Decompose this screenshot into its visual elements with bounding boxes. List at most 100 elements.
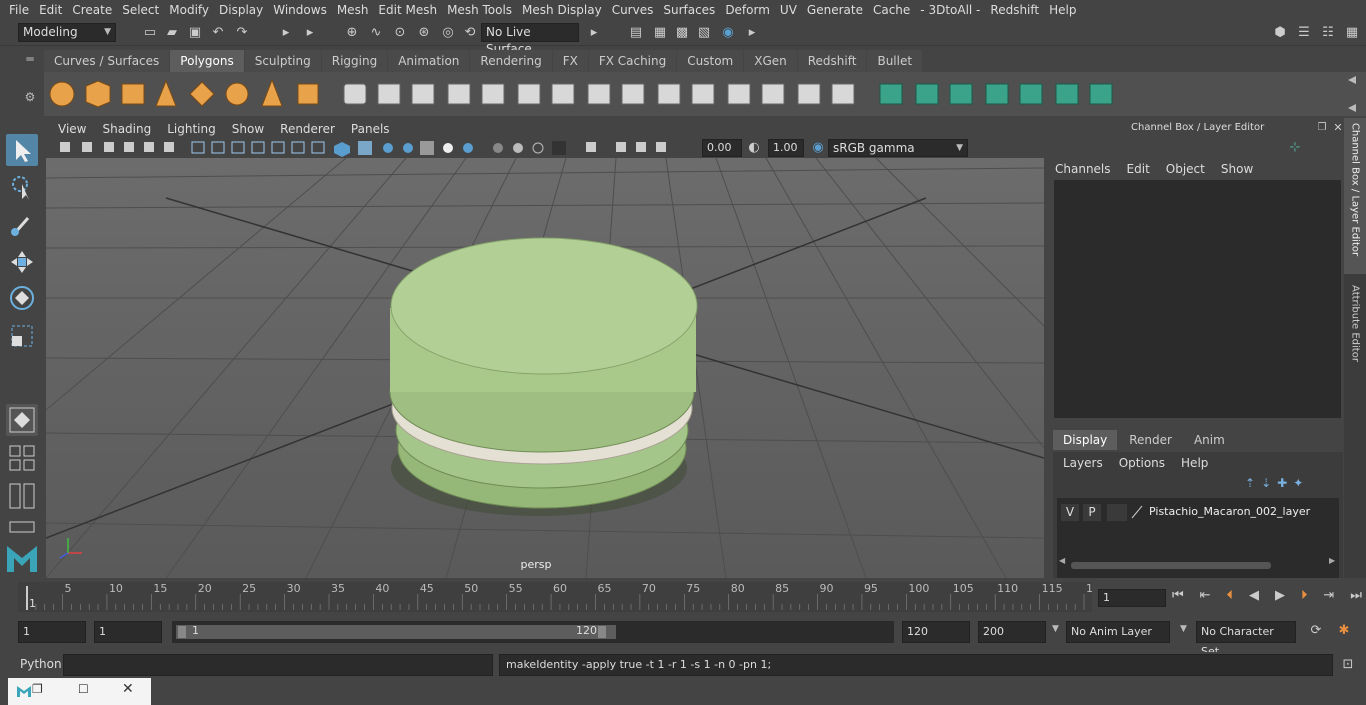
soft-select-button[interactable] xyxy=(6,404,38,436)
current-frame-field[interactable]: 1 xyxy=(1098,589,1166,607)
play-backward-icon[interactable]: ◀ xyxy=(1249,588,1259,608)
scroll-right-icon[interactable]: ▶ xyxy=(1329,556,1335,565)
command-input[interactable] xyxy=(63,654,493,676)
shelf-tab-sculpting[interactable]: Sculpting xyxy=(244,50,321,72)
viewport-menu-shading[interactable]: Shading xyxy=(94,122,159,136)
new-layer-icon[interactable]: ✚ xyxy=(1277,476,1287,490)
chevron-down-icon[interactable]: ▼ xyxy=(1180,624,1187,634)
render-settings-icon[interactable]: ▧ xyxy=(696,25,712,41)
menu-create[interactable]: Create xyxy=(67,3,117,17)
menu-edit[interactable]: Edit xyxy=(34,3,67,17)
channel-box-menu-show[interactable]: Show xyxy=(1221,162,1253,176)
history-icon[interactable]: ▸ xyxy=(586,25,602,41)
layer-color-icon[interactable] xyxy=(1131,505,1143,519)
layer-playback-toggle[interactable]: P xyxy=(1083,504,1101,521)
menu-windows[interactable]: Windows xyxy=(268,3,332,17)
shelf-settings-gear-icon[interactable]: ⚙ xyxy=(20,90,40,110)
menu-cache[interactable]: Cache xyxy=(868,3,915,17)
channel-list[interactable] xyxy=(1054,180,1341,418)
play-forward-icon[interactable]: ▶ xyxy=(1275,588,1285,608)
viewport-menu-show[interactable]: Show xyxy=(224,122,272,136)
menu-help[interactable]: Help xyxy=(1044,3,1081,17)
go-to-start-icon[interactable]: ⏮ xyxy=(1172,588,1184,608)
menu-mesh-tools[interactable]: Mesh Tools xyxy=(442,3,517,17)
layer-row[interactable]: V P Pistachio_Macaron_002_layer xyxy=(1061,504,1331,522)
maya-window-icon[interactable] xyxy=(16,683,32,699)
animation-prefs-icon[interactable]: ✱ xyxy=(1336,623,1352,639)
channel-box-toggle-icon[interactable]: ▦ xyxy=(1344,25,1360,41)
mode-dropdown[interactable]: Modeling ▼ xyxy=(18,23,116,42)
layer-visibility-toggle[interactable]: V xyxy=(1061,504,1079,521)
menu-generate[interactable]: Generate xyxy=(802,3,868,17)
menu-display[interactable]: Display xyxy=(214,3,268,17)
menu-modify[interactable]: Modify xyxy=(164,3,214,17)
viewport-menu-renderer[interactable]: Renderer xyxy=(272,122,343,136)
playback-start-field[interactable]: 1 xyxy=(94,621,162,643)
snap-point-icon[interactable]: ⊙ xyxy=(392,25,408,41)
shelf-tab-bullet[interactable]: Bullet xyxy=(867,50,923,72)
scale-tool-button[interactable] xyxy=(6,320,38,352)
go-to-end-icon[interactable]: ⏭ xyxy=(1350,588,1362,608)
shelf-tab-rigging[interactable]: Rigging xyxy=(321,50,388,72)
hierarchy-mask-icon[interactable]: ▸ xyxy=(302,25,318,41)
channel-box-menu-channels[interactable]: Channels xyxy=(1055,162,1111,176)
viewport-menu-panels[interactable]: Panels xyxy=(343,122,398,136)
maximize-window-icon[interactable]: ☐ xyxy=(78,682,89,696)
float-panel-icon[interactable]: ❐ xyxy=(1314,120,1330,136)
auto-key-icon[interactable]: ⟳ xyxy=(1308,623,1324,639)
menu-redshift[interactable]: Redshift xyxy=(985,3,1044,17)
shelf-tab-polygons[interactable]: Polygons xyxy=(170,50,244,72)
snap-grid-icon[interactable]: ⊕ xyxy=(344,25,360,41)
undo-icon[interactable]: ↶ xyxy=(210,25,226,41)
menu-3dtoall[interactable]: - 3DtoAll - xyxy=(915,3,985,17)
layer-tab-display[interactable]: Display xyxy=(1053,430,1118,450)
perspective-viewport[interactable]: persp xyxy=(46,158,1044,578)
snap-view-plane-icon[interactable]: ◎ xyxy=(440,25,456,41)
lasso-tool-button[interactable] xyxy=(6,172,38,204)
menu-file[interactable]: File xyxy=(4,3,34,17)
viewport-menu-lighting[interactable]: Lighting xyxy=(159,122,224,136)
rotate-tool-button[interactable] xyxy=(6,282,38,314)
step-back-key-icon[interactable]: ⇤ xyxy=(1200,588,1211,608)
color-space-dropdown[interactable]: sRGB gamma ▼ xyxy=(828,139,968,157)
tab-attribute-editor[interactable]: Attribute Editor xyxy=(1350,283,1361,365)
layer-display-type[interactable] xyxy=(1107,504,1127,521)
anim-layer-dropdown[interactable]: No Anim Layer xyxy=(1066,621,1170,643)
shelf-tab-redshift[interactable]: Redshift xyxy=(797,50,867,72)
selection-mask-icon[interactable]: ▸ xyxy=(278,25,294,41)
restore-window-icon[interactable]: ❐ xyxy=(32,682,43,696)
menu-mesh[interactable]: Mesh xyxy=(332,3,374,17)
exposure-field[interactable]: 0.00 xyxy=(702,139,742,157)
outliner-layout-icon[interactable] xyxy=(8,516,36,536)
layout-single-icon[interactable] xyxy=(8,444,36,472)
time-slider[interactable]: 1 5 10 15 20 25 30 35 40 45 50 55 60 65 70 75 80 85 90 95 10… xyxy=(18,582,1100,612)
gamma-field[interactable]: 1.00 xyxy=(768,139,804,157)
menu-surfaces[interactable]: Surfaces xyxy=(658,3,720,17)
move-layer-down-icon[interactable]: ⇣ xyxy=(1261,476,1271,490)
layer-menu-layers[interactable]: Layers xyxy=(1063,456,1103,470)
shelf-tab-fx-caching[interactable]: FX Caching xyxy=(588,50,677,72)
menu-deform[interactable]: Deform xyxy=(720,3,775,17)
range-slider-handle[interactable] xyxy=(176,625,616,639)
script-language-label[interactable]: Python xyxy=(20,657,62,671)
layer-scrollbar[interactable] xyxy=(1071,562,1271,569)
move-tool-button[interactable] xyxy=(6,246,38,278)
new-layer-from-selected-icon[interactable]: ✦ xyxy=(1293,476,1303,490)
render-frame-icon[interactable]: ▦ xyxy=(652,25,668,41)
shelf-tab-xgen[interactable]: XGen xyxy=(744,50,797,72)
workspace-icon[interactable]: ⬢ xyxy=(1272,25,1288,41)
make-live-icon[interactable]: ⟲ xyxy=(462,25,478,41)
close-window-icon[interactable]: ✕ xyxy=(122,681,134,697)
tool-settings-toggle-icon[interactable]: ☷ xyxy=(1320,25,1336,41)
shelf-tab-curves-surfaces[interactable]: Curves / Surfaces xyxy=(44,50,170,72)
range-start-grip[interactable] xyxy=(178,626,186,638)
start-time-field[interactable]: 1 xyxy=(18,621,86,643)
anim-end-field[interactable]: 200 xyxy=(978,621,1046,643)
layer-tab-render[interactable]: Render xyxy=(1119,430,1182,450)
ipr-render-icon[interactable]: ▩ xyxy=(674,25,690,41)
open-scene-icon[interactable]: ▰ xyxy=(164,25,180,41)
color-management-icon[interactable]: ◉ xyxy=(810,140,826,156)
script-editor-icon[interactable]: ⊡ xyxy=(1340,657,1356,673)
shelf-tab-custom[interactable]: Custom xyxy=(677,50,744,72)
menu-edit-mesh[interactable]: Edit Mesh xyxy=(373,3,442,17)
